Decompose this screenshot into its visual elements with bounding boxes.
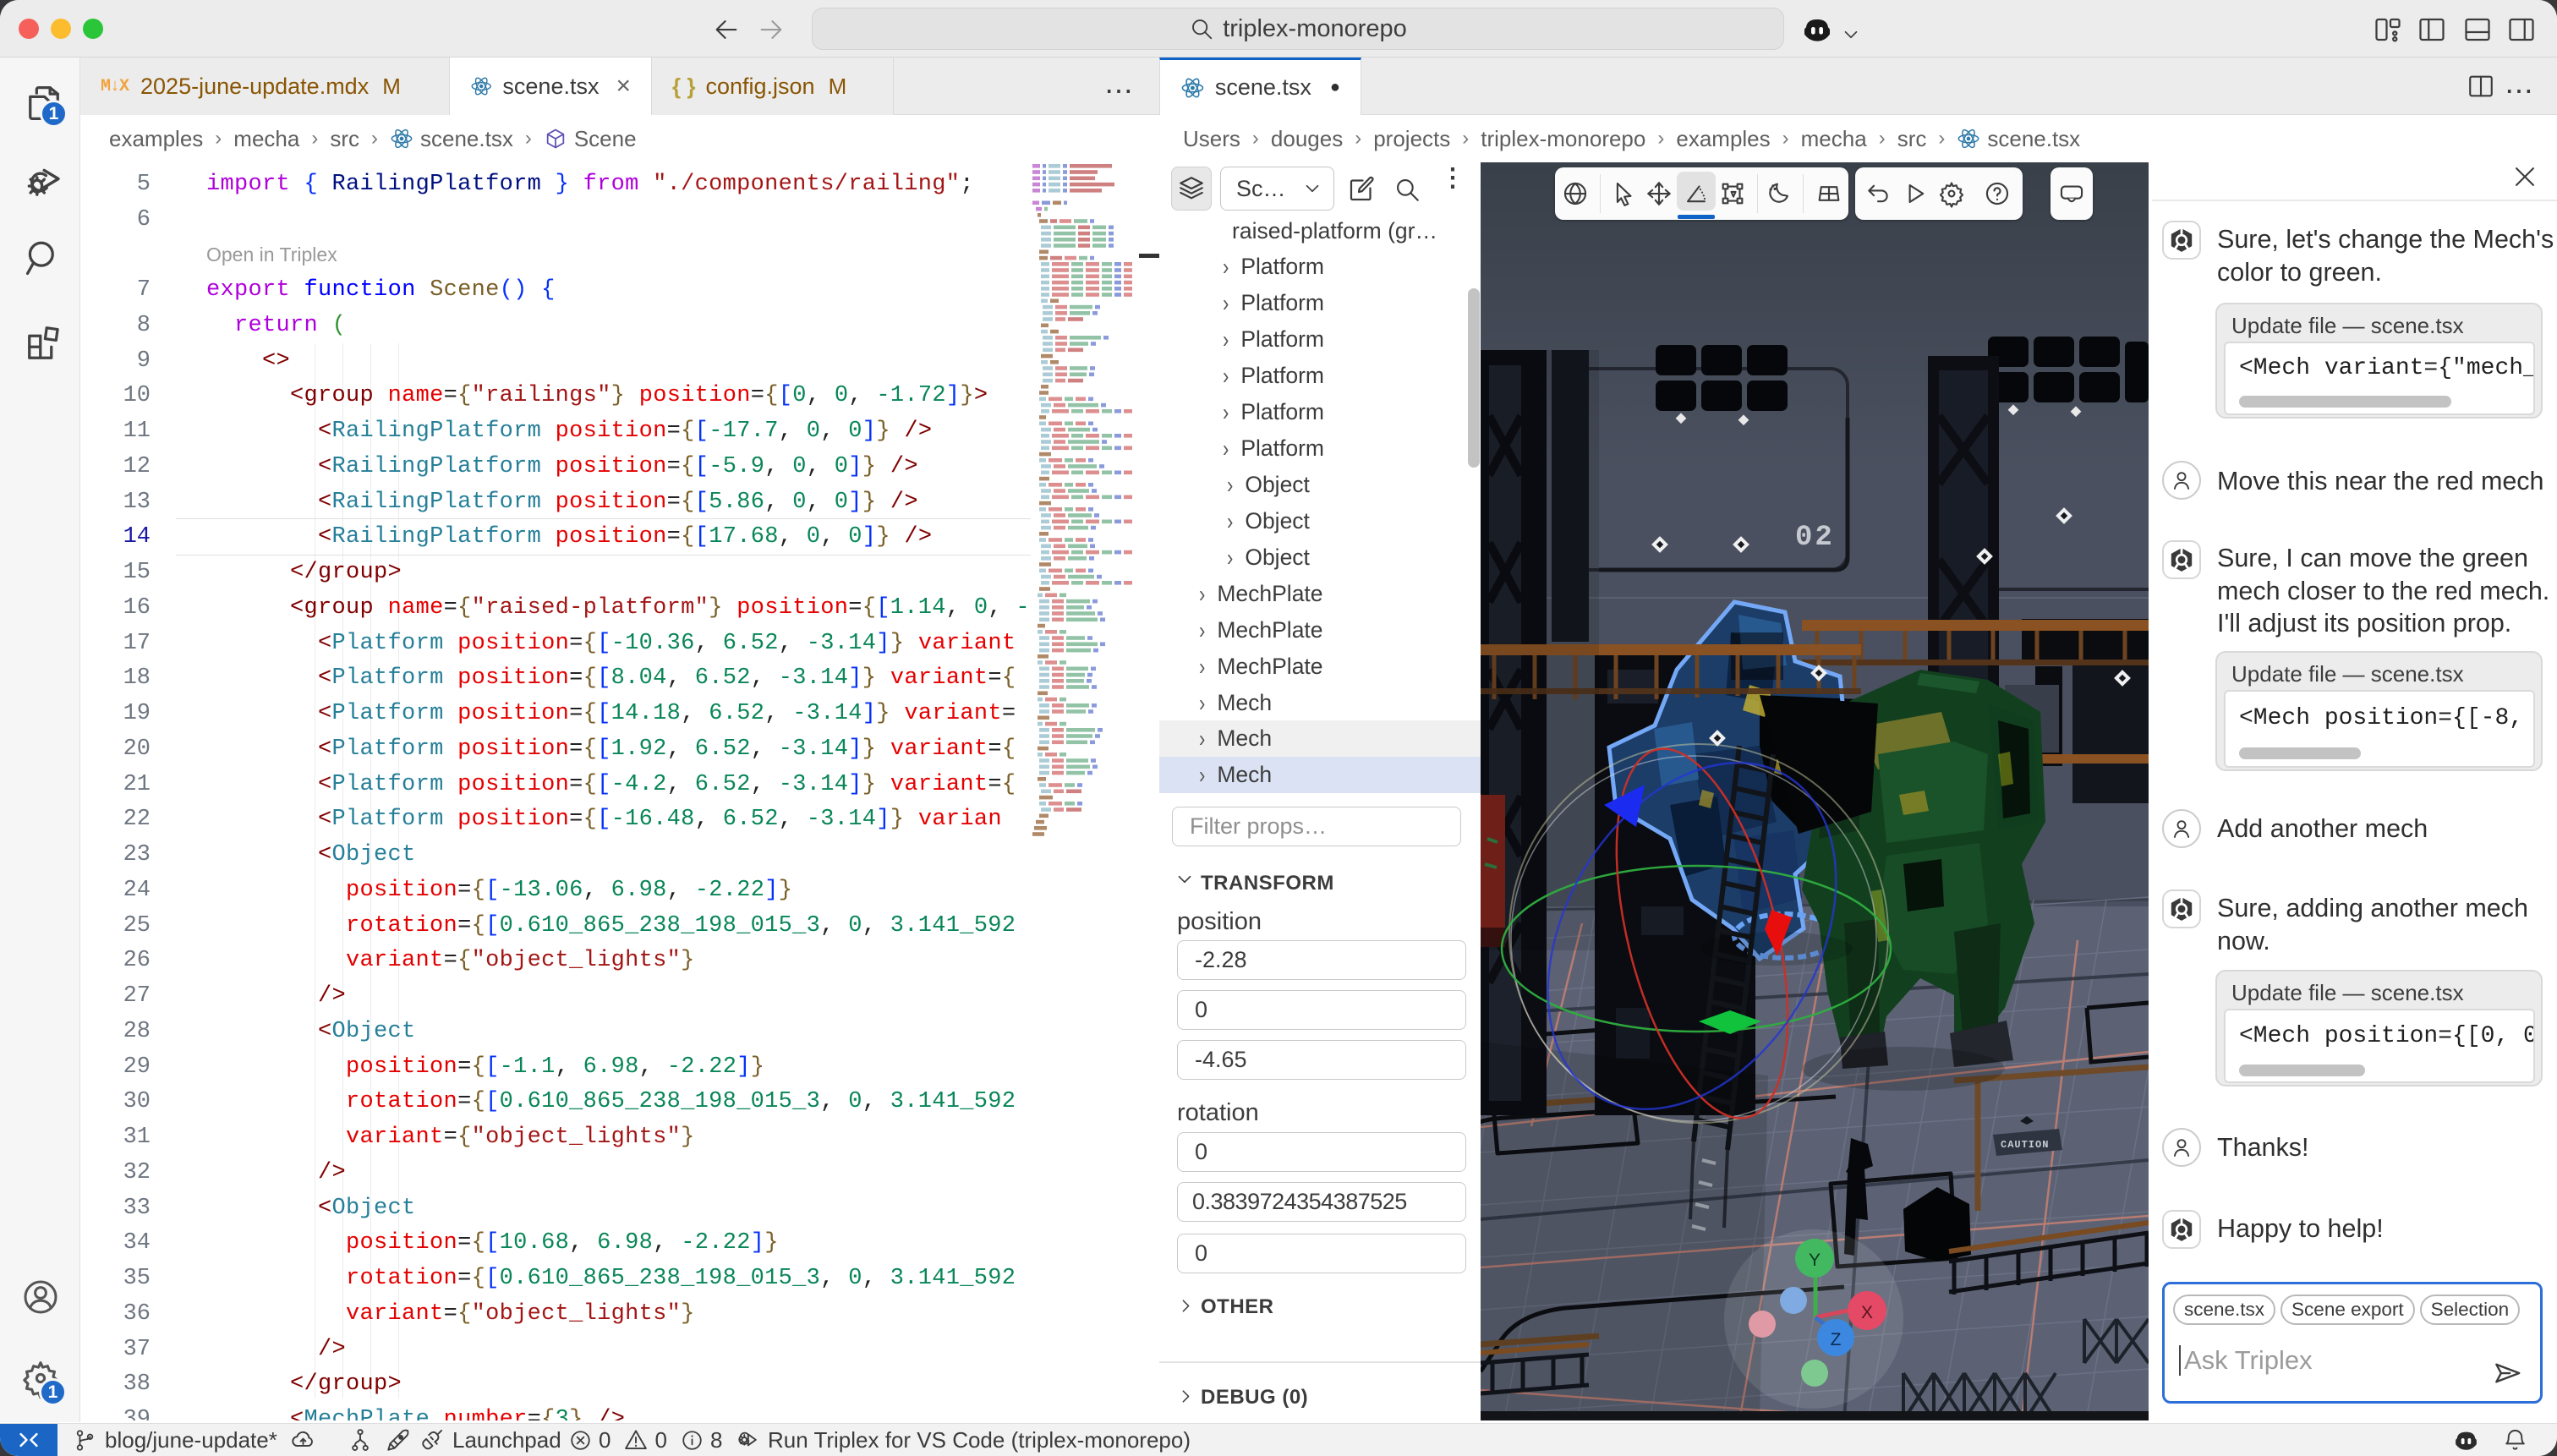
svg-text:Y: Y — [1809, 1251, 1821, 1270]
svg-text:Z: Z — [1831, 1330, 1842, 1349]
svg-text:CAUTION: CAUTION — [2001, 1139, 2049, 1151]
svg-text:X: X — [1861, 1303, 1873, 1322]
svg-text:02: 02 — [1795, 522, 1835, 554]
